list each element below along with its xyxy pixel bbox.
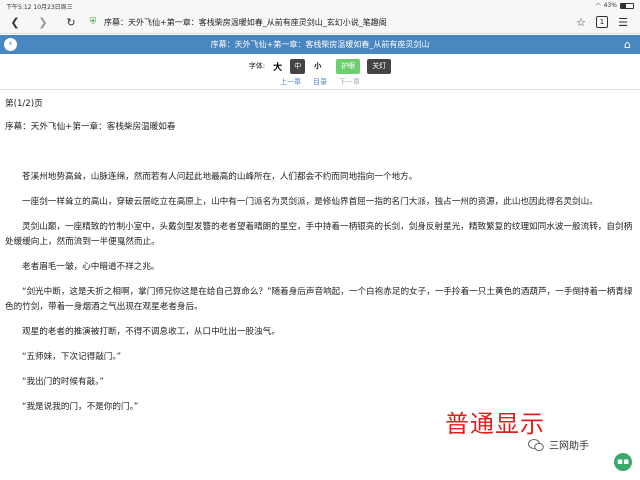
shield-icon[interactable]: ⛨ — [88, 17, 98, 27]
lights-off-button[interactable]: 关灯 — [367, 58, 392, 74]
font-medium-button[interactable]: 中 — [290, 58, 306, 74]
battery-fill — [621, 3, 627, 8]
paragraph: “我出门的时候有敲。” — [22, 377, 104, 387]
star-icon[interactable]: ☆ — [572, 13, 590, 31]
chapter-title: 序幕：天外飞仙+第一章：客栈柴房温暖如春 — [5, 122, 176, 132]
font-large-button[interactable]: 大 — [270, 59, 285, 74]
back-circle-icon[interactable]: ‹ — [4, 38, 17, 51]
reload-icon[interactable]: ↻ — [62, 13, 80, 31]
status-time: 下午5:12 10月23日周三 — [6, 4, 73, 11]
paragraph: 一座剑一样耸立的高山，穿破云层屹立在高原上，山中有一门派名为灵剑派，是修仙界首屈… — [22, 197, 598, 207]
forward-icon[interactable]: ❯ — [34, 13, 52, 31]
status-right: ◠ 43% — [595, 2, 634, 9]
next-chapter-link[interactable]: 下一章 — [339, 77, 360, 87]
wechat-icon — [528, 438, 544, 452]
back-icon[interactable]: ❮ — [6, 13, 24, 31]
font-small-button[interactable]: 小 — [310, 59, 325, 74]
site-header: ‹ 序幕：天外飞仙+第一章：客栈柴房温暖如春_从前有座灵剑山 ⌂ — [0, 35, 640, 54]
font-controls: 字体: 大 中 小 护眼 关灯 — [0, 57, 640, 75]
paragraph: 灵剑山巅，一座精致的竹制小室中，头戴剑型发簪的老者望着晴朗的星空，手中持着一柄银… — [5, 222, 633, 247]
wechat-watermark: 三网助手 — [528, 437, 589, 452]
chapter-nav: 上一章 目录 下一章 — [0, 77, 640, 87]
battery-percent: 43% — [603, 2, 617, 9]
site-header-title: 序幕：天外飞仙+第一章：客栈柴房温暖如春_从前有座灵剑山 — [210, 40, 430, 49]
divider — [0, 89, 640, 90]
tabs-button[interactable]: 1 — [596, 16, 608, 28]
browser-toolbar: ❮ ❯ ↻ ⛨ 序幕：天外飞仙+第一章：客栈柴房温暖如春_从前有座灵剑山_玄幻小… — [0, 11, 640, 34]
paragraph: “五师妹，下次记得敲门。” — [22, 352, 122, 362]
paragraph: 老者眉毛一皱，心中暗道不祥之兆。 — [22, 262, 160, 272]
menu-icon[interactable]: ☰ — [614, 13, 632, 31]
watermark-text: 三网助手 — [549, 441, 589, 452]
display-mode-label: 普通显示 — [445, 410, 545, 438]
chapter-content: 第(1/2)页 序幕：天外飞仙+第一章：客栈柴房温暖如春 苍溪州地势高耸，山脉连… — [5, 97, 635, 425]
paragraph: 苍溪州地势高耸，山脉连绵，然而若有人问起此地最高的山峰所在，人们都会不约而同地指… — [22, 172, 418, 182]
chat-bubble-icon: ▪▪ — [616, 457, 630, 467]
eye-care-button[interactable]: 护眼 — [336, 58, 361, 74]
paragraph: “剑光中断，这是夭折之相啊，掌门师兄你这是在给自己算命么？”随着身后声音响起，一… — [5, 287, 633, 312]
home-icon[interactable]: ⌂ — [621, 38, 634, 51]
page-title[interactable]: 序幕：天外飞仙+第一章：客栈柴房温暖如春_从前有座灵剑山_玄幻小说_笔趣阁 — [104, 17, 566, 28]
prev-chapter-link[interactable]: 上一章 — [280, 77, 301, 87]
battery-icon — [620, 2, 634, 9]
paragraph: 观星的老者的推演被打断，不得不调息收工，从口中吐出一股浊气。 — [22, 327, 280, 337]
wifi-icon: ◠ — [595, 2, 601, 9]
page-indicator: 第(1/2)页 — [5, 99, 43, 109]
font-label: 字体: — [248, 62, 266, 70]
chat-float-button[interactable]: ▪▪ — [614, 453, 632, 471]
toc-link[interactable]: 目录 — [313, 77, 327, 87]
status-bar: 下午5:12 10月23日周三 ◠ 43% — [0, 0, 640, 11]
